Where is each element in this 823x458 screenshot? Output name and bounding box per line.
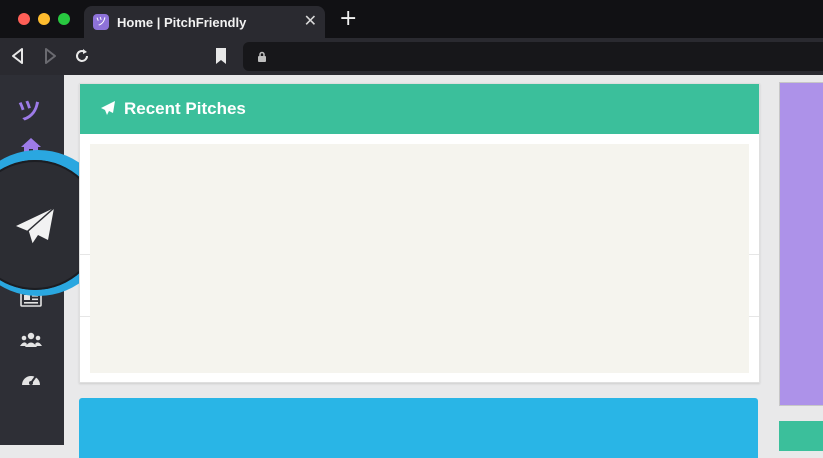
recent-pitches-card: Recent Pitches: [79, 83, 760, 383]
browser-navbar: [0, 38, 823, 75]
back-icon[interactable]: [10, 47, 26, 65]
browser-titlebar: ツ Home | PitchFriendly ✕ +: [0, 0, 823, 38]
recent-pitches-header: Recent Pitches: [80, 84, 759, 134]
dashboard-gauge-icon[interactable]: [20, 370, 42, 388]
app-logo[interactable]: ツ: [17, 91, 41, 126]
minimize-window-button[interactable]: [38, 13, 50, 25]
blue-card: [79, 398, 758, 458]
close-window-button[interactable]: [18, 13, 30, 25]
forward-icon[interactable]: [42, 47, 58, 65]
card-title: Recent Pitches: [124, 99, 246, 118]
lock-icon: [258, 51, 266, 62]
recent-pitches-list: [90, 144, 749, 373]
tab-favicon-icon: ツ: [93, 14, 109, 30]
maximize-window-button[interactable]: [58, 13, 70, 25]
address-bar[interactable]: [243, 42, 823, 71]
new-tab-button[interactable]: +: [339, 8, 357, 30]
paper-plane-icon: [101, 101, 115, 115]
browser-tab-home[interactable]: ツ Home | PitchFriendly ✕: [84, 6, 325, 38]
users-icon[interactable]: [20, 332, 42, 348]
tab-title: Home | PitchFriendly: [117, 15, 247, 30]
purple-card: [779, 82, 823, 406]
tab-close-icon[interactable]: ✕: [304, 12, 317, 30]
reload-icon[interactable]: [73, 47, 91, 65]
paper-plane-icon[interactable]: [14, 206, 56, 248]
green-card: [779, 421, 823, 451]
bookmark-icon[interactable]: [215, 47, 227, 65]
